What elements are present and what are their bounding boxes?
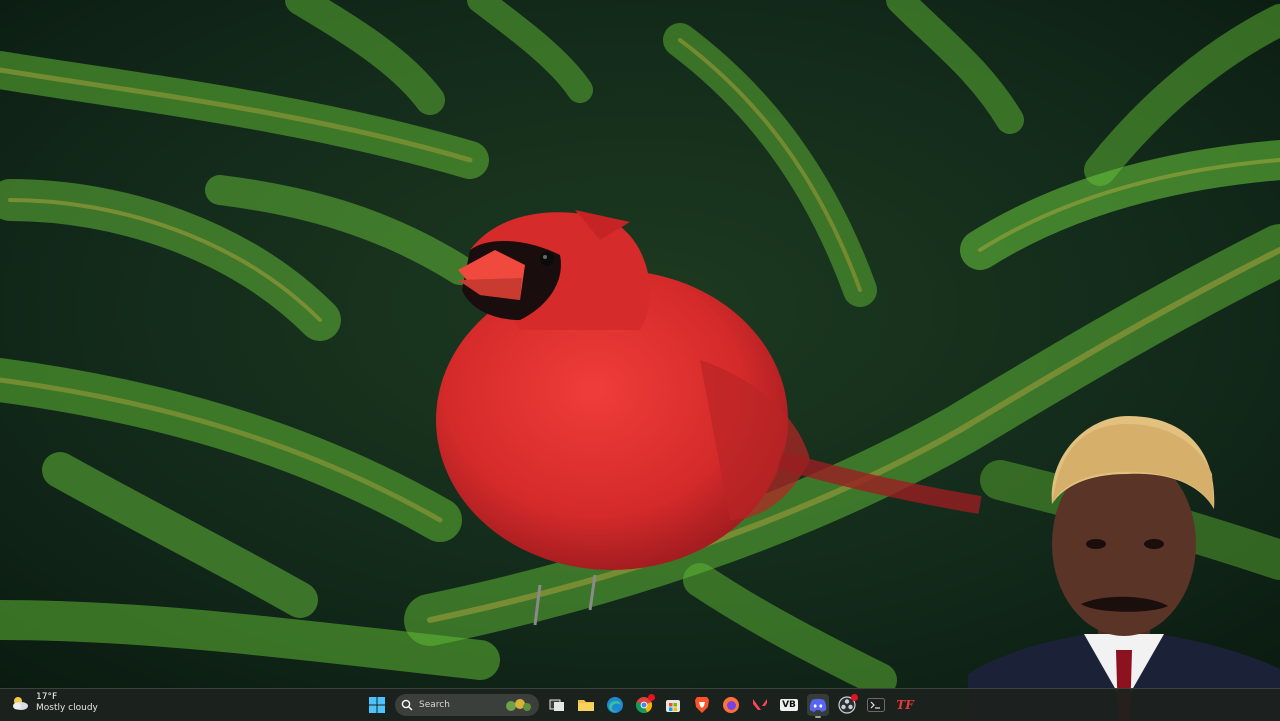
firefox-icon: [723, 697, 739, 713]
store-icon: [666, 700, 680, 712]
notification-badge: [851, 694, 858, 701]
weather-condition: Mostly cloudy: [36, 703, 98, 713]
edge-icon: [607, 697, 623, 713]
weather-text: 17°F Mostly cloudy: [36, 692, 98, 714]
valorant-icon: [753, 699, 767, 710]
search-highlight-icon: [506, 699, 531, 711]
notification-badge: [648, 694, 655, 701]
search-box[interactable]: Search: [395, 694, 539, 716]
overlay-portrait-photo: [968, 416, 1280, 720]
task-view-icon: [549, 699, 564, 711]
terminal-icon: [867, 698, 885, 712]
firefox-button[interactable]: [720, 694, 742, 716]
file-explorer-button[interactable]: [575, 694, 597, 716]
taskbar: 17°F Mostly cloudy Search VB TF: [0, 688, 1280, 721]
running-indicator: [815, 716, 821, 718]
obs-button[interactable]: [836, 694, 858, 716]
valorant-button[interactable]: [749, 694, 771, 716]
brave-icon: [695, 697, 709, 713]
vb-button[interactable]: VB: [778, 694, 800, 716]
edge-button[interactable]: [604, 694, 626, 716]
start-button[interactable]: [366, 694, 388, 716]
taskbar-apps: Search VB TF: [366, 693, 916, 718]
discord-button[interactable]: [807, 694, 829, 718]
discord-icon: [809, 698, 827, 712]
tf-icon: TF: [896, 698, 914, 712]
terminal-button[interactable]: [865, 694, 887, 716]
weather-widget[interactable]: 17°F Mostly cloudy: [10, 692, 98, 714]
search-label: Search: [419, 700, 450, 710]
brave-button[interactable]: [691, 694, 713, 716]
chrome-button[interactable]: [633, 694, 655, 716]
weather-temperature: 17°F: [36, 692, 58, 702]
search-icon: [401, 699, 413, 711]
store-button[interactable]: [662, 694, 684, 716]
cloudy-weather-icon: [13, 697, 28, 710]
windows-logo-icon: [369, 697, 385, 713]
task-view-button[interactable]: [546, 694, 568, 716]
folder-icon: [578, 700, 594, 711]
vb-icon: VB: [780, 699, 798, 711]
tf-button[interactable]: TF: [894, 694, 916, 716]
